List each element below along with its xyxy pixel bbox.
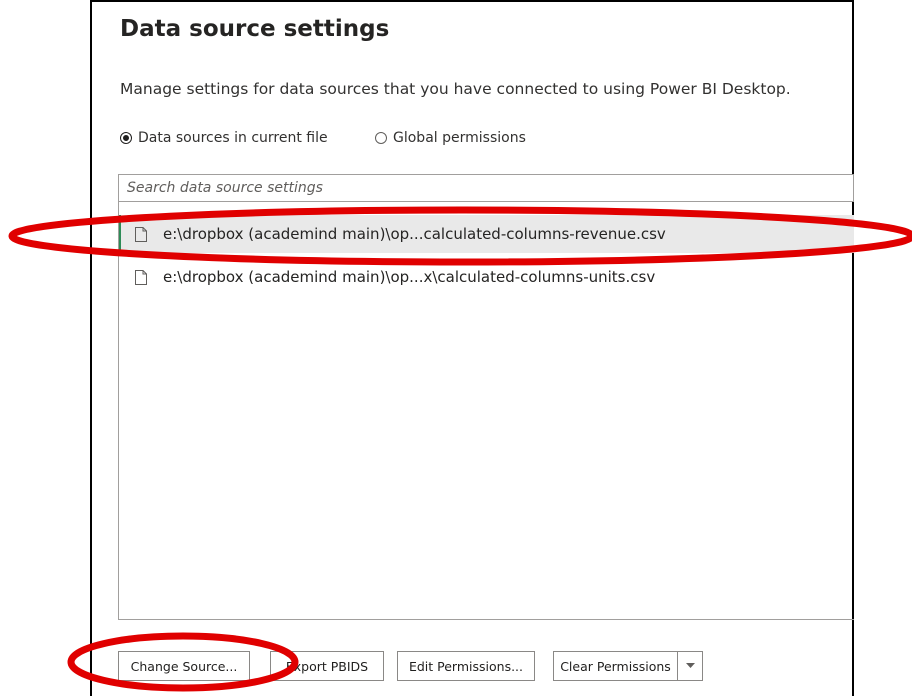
file-icon xyxy=(135,226,147,242)
search-input[interactable] xyxy=(118,174,854,202)
list-item[interactable]: e:\dropbox (academind main)\op...x\calcu… xyxy=(119,258,854,296)
clear-permissions-split-button: Clear Permissions xyxy=(553,651,703,681)
radio-unchecked-icon[interactable] xyxy=(375,132,387,144)
chevron-down-icon xyxy=(685,663,695,668)
radio-checked-icon[interactable] xyxy=(120,132,132,144)
export-pbids-button[interactable]: Export PBIDS xyxy=(270,651,384,681)
clear-permissions-button[interactable]: Clear Permissions xyxy=(554,652,678,680)
list-item[interactable]: e:\dropbox (academind main)\op...calcula… xyxy=(119,215,854,253)
dialog-title: Data source settings xyxy=(120,16,390,42)
dialog-description: Manage settings for data sources that yo… xyxy=(120,80,791,98)
radio-current-file-label: Data sources in current file xyxy=(138,130,328,146)
radio-global-permissions[interactable]: Global permissions xyxy=(375,130,526,146)
edit-permissions-button[interactable]: Edit Permissions... xyxy=(397,651,535,681)
clear-permissions-dropdown[interactable] xyxy=(678,652,702,680)
radio-global-permissions-label: Global permissions xyxy=(393,130,526,146)
list-item-label: e:\dropbox (academind main)\op...calcula… xyxy=(163,225,666,243)
change-source-button[interactable]: Change Source... xyxy=(118,651,250,681)
radio-current-file[interactable]: Data sources in current file xyxy=(120,130,328,146)
file-icon xyxy=(135,269,147,285)
list-item-label: e:\dropbox (academind main)\op...x\calcu… xyxy=(163,268,656,286)
